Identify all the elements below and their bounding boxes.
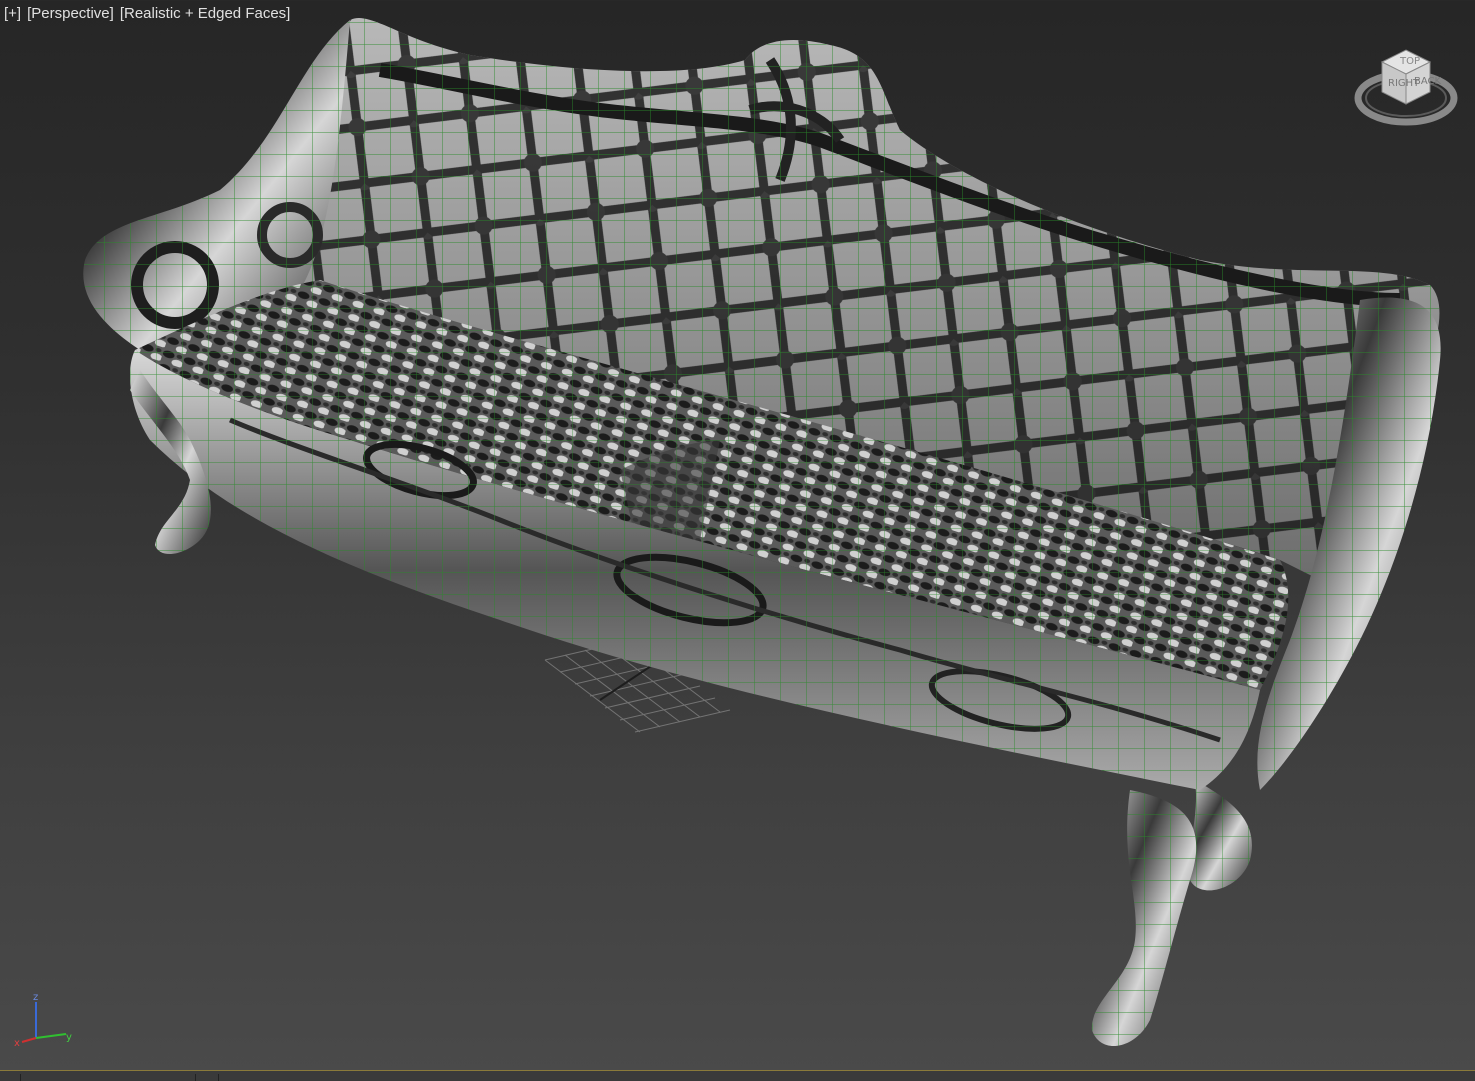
x-axis-label: x <box>14 1038 20 1049</box>
viewport-menu-label[interactable]: [+] <box>4 5 21 22</box>
viewport-label-bar: [+] [Perspective] [Realistic + Edged Faces… <box>4 5 296 22</box>
axis-tripod-icon: z y x <box>14 992 72 1049</box>
viewcube-icon[interactable]: RIGHT BACK TOP <box>1354 44 1458 130</box>
back-leg-right <box>1188 780 1252 891</box>
viewcube-box[interactable]: RIGHT BACK TOP <box>1380 49 1442 105</box>
y-axis-line <box>35 1033 67 1039</box>
perspective-viewport[interactable]: [+] [Perspective] [Realistic + Edged Faces… <box>0 0 1475 1070</box>
viewcube-face-top[interactable]: TOP <box>1399 56 1420 67</box>
timeline-bar[interactable] <box>0 1070 1475 1081</box>
z-axis-label: z <box>33 992 38 1003</box>
viewport-shading-label[interactable]: [Realistic + Edged Faces] <box>120 5 291 22</box>
y-axis-label: y <box>66 1032 72 1043</box>
bench-model[interactable] <box>0 0 1475 1070</box>
viewcube-face-back[interactable]: BACK <box>1414 76 1442 87</box>
front-leg-right <box>1091 790 1197 1047</box>
viewport-view-label[interactable]: [Perspective] <box>27 5 114 22</box>
x-axis-line <box>21 1037 37 1043</box>
